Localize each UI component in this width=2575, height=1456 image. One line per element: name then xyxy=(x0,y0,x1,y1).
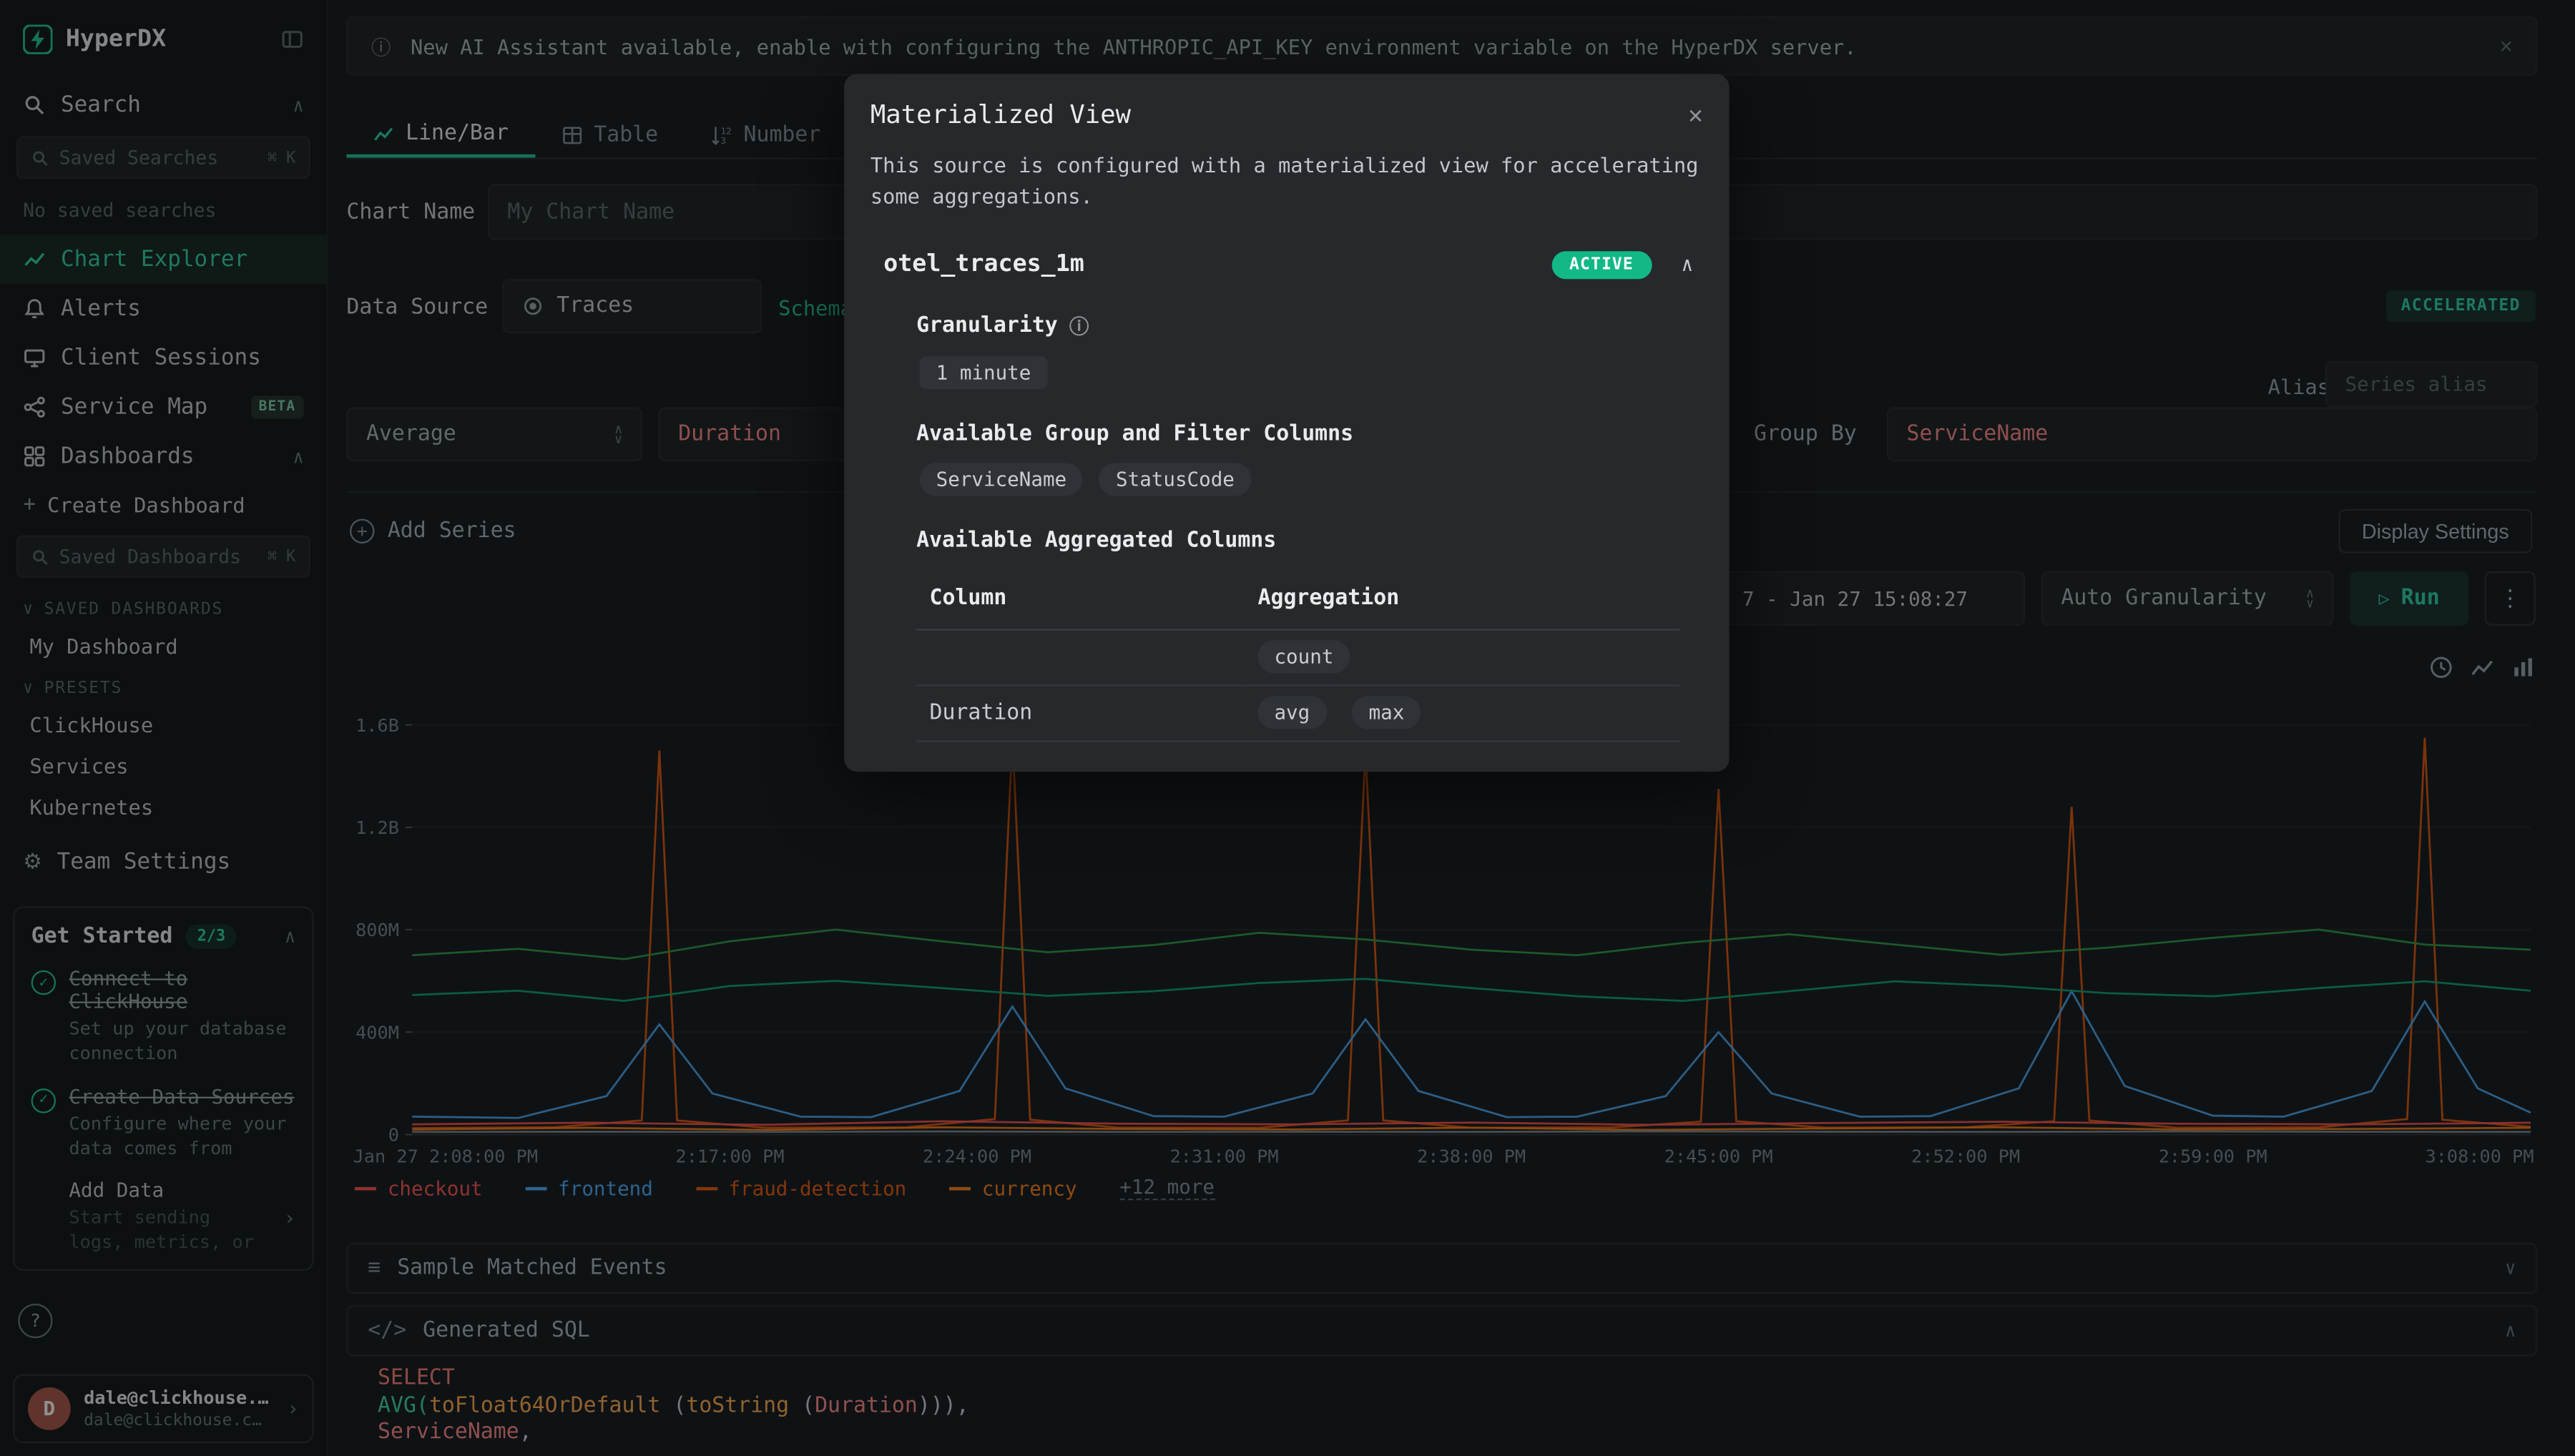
granularity-chip-row: 1 minute xyxy=(920,355,1703,388)
materialized-view-row: otel_traces_1m ACTIVE ∧ xyxy=(870,250,1703,278)
aggregated-label: Available Aggregated Columns xyxy=(916,528,1276,552)
aggregated-section-title: Available Aggregated Columns xyxy=(916,528,1703,552)
column-chip: ServiceName xyxy=(920,462,1083,495)
column-chip: StatusCode xyxy=(1099,462,1251,495)
modal-close-icon[interactable]: ✕ xyxy=(1688,100,1703,129)
aggregation-cell: count xyxy=(1245,629,1680,684)
column-cell: Duration xyxy=(916,684,1245,740)
granularity-label: Granularity xyxy=(916,313,1058,337)
table-row: count xyxy=(916,629,1680,684)
aggregation-chip: count xyxy=(1258,639,1350,672)
group-filter-label: Available Group and Filter Columns xyxy=(916,421,1353,446)
aggregation-cell: avg max xyxy=(1245,684,1680,740)
app-root: HyperDX Search ∧ ⌘ K No saved searches C… xyxy=(0,0,2575,1456)
modal-title: Materialized View xyxy=(870,100,1131,129)
aggregated-columns-table: Column Aggregation count Duration avg ma… xyxy=(916,572,1680,741)
materialized-view-modal: Materialized View ✕ This source is confi… xyxy=(844,74,1729,771)
table-row: Duration avg max xyxy=(916,684,1680,740)
group-filter-section-title: Available Group and Filter Columns xyxy=(916,421,1703,446)
aggregation-header: Aggregation xyxy=(1245,572,1680,629)
granularity-chip: 1 minute xyxy=(920,355,1048,388)
modal-description: This source is configured with a materia… xyxy=(870,151,1703,212)
info-icon: ⓘ xyxy=(1069,311,1089,339)
chevron-up-icon[interactable]: ∧ xyxy=(1681,253,1693,276)
column-header: Column xyxy=(916,572,1245,629)
view-name: otel_traces_1m xyxy=(883,251,1084,277)
aggregation-chip: avg xyxy=(1258,695,1327,728)
modal-header: Materialized View ✕ xyxy=(870,100,1703,129)
column-cell xyxy=(916,629,1245,684)
granularity-section-title: Granularity ⓘ xyxy=(916,311,1703,339)
aggregation-chip: max xyxy=(1353,695,1421,728)
active-status-badge: ACTIVE xyxy=(1551,250,1652,278)
group-filter-chip-row: ServiceName StatusCode xyxy=(920,462,1703,495)
